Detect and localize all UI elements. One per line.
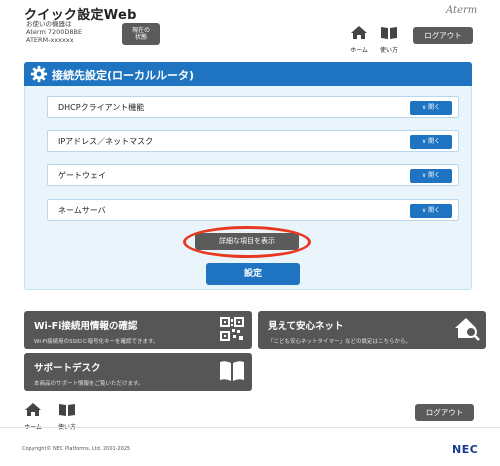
open-button[interactable]: ∨ 開く <box>410 204 452 218</box>
copyright: Copyright© NEC Platforms, Ltd. 2001-2025 <box>22 446 131 452</box>
open-button[interactable]: ∨ 開く <box>410 169 452 183</box>
status-button-line2: 状態 <box>134 34 147 41</box>
logout-button[interactable]: ログアウト <box>413 27 473 44</box>
device-label: お使いの機器は <box>26 20 72 28</box>
card-title: 見えて安心ネット <box>268 321 344 332</box>
card-title: サポートデスク <box>34 363 101 374</box>
open-button-label: 開く <box>428 172 441 179</box>
card-description: 「こども安心ネットタイマー」などの設定はこちらから。 <box>268 339 412 345</box>
section-ip-address[interactable]: IPアドレス／ネットマスク ∨ 開く <box>47 130 459 152</box>
section-dhcp-client[interactable]: DHCPクライアント機能 ∨ 開く <box>47 96 459 118</box>
help-nav[interactable]: 使い方 <box>378 25 400 54</box>
home-icon <box>25 403 41 416</box>
section-label: ネームサーバ <box>58 206 106 215</box>
highlight-circle <box>183 226 311 258</box>
open-button-label: 開く <box>428 138 441 145</box>
home-label: ホーム <box>350 47 368 54</box>
panel-title: 接続先設定(ローカルルータ) <box>52 69 195 82</box>
open-button[interactable]: ∨ 開く <box>410 101 452 115</box>
section-name-server[interactable]: ネームサーバ ∨ 開く <box>47 199 459 221</box>
nec-logo: NEC <box>452 443 479 456</box>
home-magnifier-icon <box>455 318 480 341</box>
aterm-logo: Aterm <box>446 5 478 16</box>
section-label: ゲートウェイ <box>58 171 106 180</box>
qr-code-icon <box>220 317 244 341</box>
section-label: DHCPクライアント機能 <box>58 103 145 112</box>
section-label: IPアドレス／ネットマスク <box>58 137 154 146</box>
header: クイック設定Web お使いの機器は Aterm 7200D8BE ATERM-x… <box>0 0 500 55</box>
book-icon <box>381 27 397 39</box>
book-icon <box>59 404 75 416</box>
home-nav[interactable]: ホーム <box>348 25 370 54</box>
gear-icon <box>30 65 48 83</box>
open-button[interactable]: ∨ 開く <box>410 135 452 149</box>
current-status-button[interactable]: 現在の 状態 <box>122 23 160 45</box>
device-model: Aterm 7200D8BE <box>26 28 83 36</box>
set-button[interactable]: 設定 <box>206 263 300 285</box>
card-title: Wi-Fi接続用情報の確認 <box>34 321 138 332</box>
panel-title-bar: 接続先設定(ローカルルータ) <box>24 62 472 86</box>
card-description: 本商品のサポート情報をご覧いただけます。 <box>34 381 144 387</box>
card-description: Wi-Fi接続用のSSIDと暗号化キーを確認できます。 <box>34 339 159 345</box>
home-icon <box>351 26 367 39</box>
footer-logout-button[interactable]: ログアウト <box>415 404 474 421</box>
footer-divider <box>0 427 500 428</box>
mieru-anshin-card[interactable]: 見えて安心ネット 「こども安心ネットタイマー」などの設定はこちらから。 <box>258 311 486 349</box>
section-gateway[interactable]: ゲートウェイ ∨ 開く <box>47 164 459 186</box>
open-button-label: 開く <box>428 104 441 111</box>
wifi-info-card[interactable]: Wi-Fi接続用情報の確認 Wi-Fi接続用のSSIDと暗号化キーを確認できます… <box>24 311 252 349</box>
book-icon <box>220 361 244 381</box>
status-button-line1: 現在の <box>131 27 150 34</box>
open-button-label: 開く <box>428 207 441 214</box>
device-id: ATERM-xxxxxx <box>26 36 74 44</box>
help-label: 使い方 <box>379 47 398 54</box>
support-desk-card[interactable]: サポートデスク 本商品のサポート情報をご覧いただけます。 <box>24 353 252 391</box>
